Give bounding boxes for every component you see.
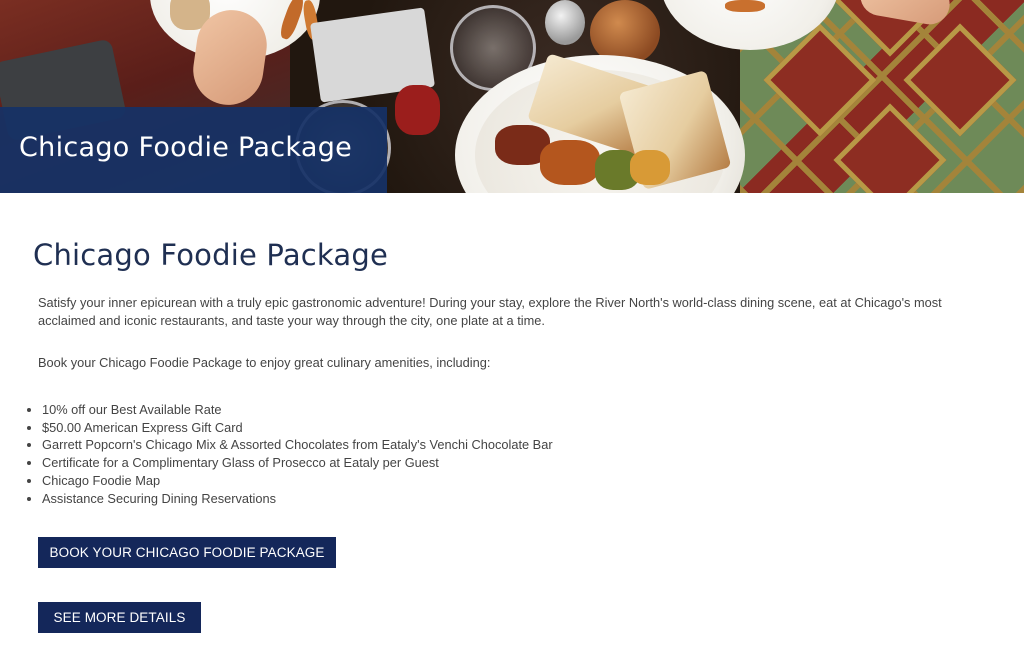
list-item: Garrett Popcorn's Chicago Mix & Assorted… [42, 436, 553, 454]
hero-title: Chicago Foodie Package [19, 132, 353, 163]
tile-diamond [833, 103, 947, 193]
hero-image: Chicago Foodie Package [0, 0, 1024, 193]
list-item: 10% off our Best Available Rate [42, 401, 553, 419]
hero-salt-shaker [545, 0, 585, 45]
list-item: Certificate for a Complimentary Glass of… [42, 454, 553, 472]
tile-diamond [903, 23, 1017, 137]
amenities-lead-text: Book your Chicago Foodie Package to enjo… [38, 355, 491, 370]
package-description: Satisfy your inner epicurean with a trul… [38, 295, 942, 328]
list-item: $50.00 American Express Gift Card [42, 419, 553, 437]
amenities-list: 10% off our Best Available Rate $50.00 A… [0, 401, 553, 507]
hero-ketchup [395, 85, 440, 135]
see-more-details-button[interactable]: SEE MORE DETAILS [38, 602, 201, 633]
hero-roasted-vegetables [630, 150, 670, 185]
book-package-button[interactable]: BOOK YOUR CHICAGO FOODIE PACKAGE [38, 537, 336, 568]
hero-roasted-vegetables [540, 140, 600, 185]
list-item: Assistance Securing Dining Reservations [42, 490, 553, 508]
page-title: Chicago Foodie Package [33, 238, 389, 272]
hero-fry [725, 0, 765, 12]
list-item: Chicago Foodie Map [42, 472, 553, 490]
